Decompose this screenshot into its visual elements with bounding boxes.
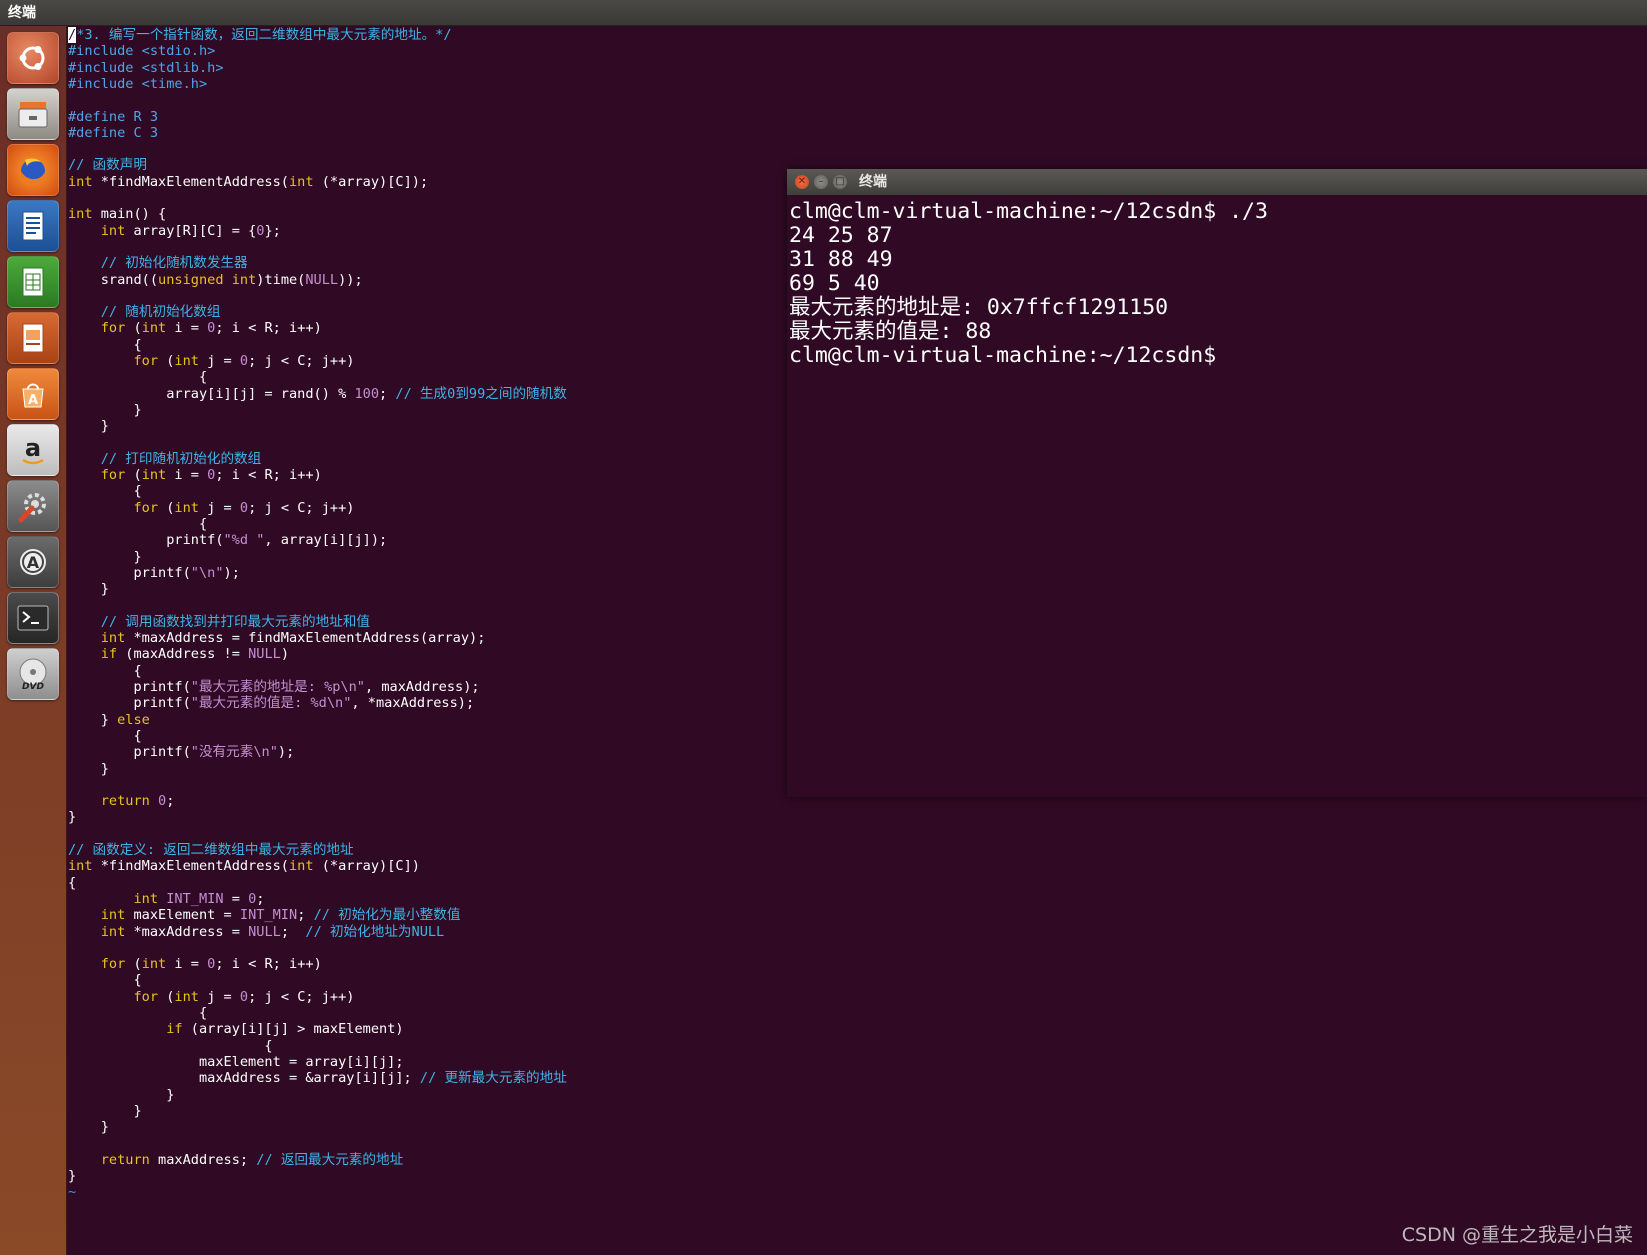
code-line: }	[68, 1086, 175, 1103]
code-line: printf("%d ", array[i][j]);	[68, 532, 388, 549]
code-line: int *maxAddress = findMaxElementAddress(…	[100, 630, 486, 647]
minimize-icon[interactable]: –	[814, 175, 828, 189]
code-line: }	[68, 809, 77, 826]
terminal-line: 24 25 87	[789, 223, 893, 248]
terminal-line: 最大元素的地址是: 0x7ffcf1291150	[789, 295, 1169, 320]
code-line: {	[68, 727, 142, 744]
code-line: // 函数声明	[68, 157, 147, 174]
svg-text:A: A	[28, 393, 38, 408]
code-line: return maxAddress; // 返回最大元素的地址	[100, 1151, 404, 1168]
writer-icon[interactable]	[7, 200, 59, 252]
terminal-prompt: clm@clm-virtual-machine:~/12csdn$	[789, 343, 1230, 368]
code-line: srand((unsigned int)time(NULL));	[68, 271, 363, 288]
code-line: {	[68, 972, 142, 989]
code-line: int maxElement = INT_MIN; // 初始化为最小整数值	[100, 907, 461, 924]
code-line: {	[68, 662, 142, 679]
code-line: for (int j = 0; j < C; j++)	[133, 988, 355, 1005]
code-line: // 函数定义: 返回二维数组中最大元素的地址	[68, 842, 354, 858]
code-line: for (int i = 0; i < R; i++)	[100, 956, 322, 973]
code-line: int array[R][C] = {0};	[100, 222, 281, 239]
maximize-icon[interactable]: □	[833, 175, 847, 189]
code-line: #include <time.h>	[68, 75, 208, 92]
system-settings-icon[interactable]	[7, 480, 59, 532]
code-line: for (int j = 0; j < C; j++)	[133, 353, 355, 369]
watermark: CSDN @重生之我是小白菜	[1401, 1224, 1633, 1246]
code-line: if (maxAddress != NULL)	[100, 646, 290, 663]
code-line: printf("最大元素的地址是: %p\n", maxAddress);	[68, 679, 480, 695]
code-line: int *maxAddress = NULL; // 初始化地址为NULL	[100, 923, 445, 940]
svg-text:A: A	[27, 553, 40, 572]
code-line: ~	[68, 1184, 77, 1201]
code-line: // 随机初始化数组	[100, 304, 221, 321]
code-line: array[i][j] = rand() % 100; // 生成0到99之间的…	[68, 385, 567, 402]
ubuntu-dash-icon[interactable]	[7, 32, 59, 84]
code-line: /*3. 编写一个指针函数，返回二维数组中最大元素的地址。*/	[68, 27, 452, 43]
terminal-output[interactable]: clm@clm-virtual-machine:~/12csdn$ ./3 24…	[787, 195, 1647, 797]
code-line: }	[68, 1119, 109, 1136]
code-line: #include <stdio.h>	[68, 43, 216, 60]
code-line: {	[68, 483, 142, 500]
code-line: }	[68, 548, 142, 565]
code-line: }	[68, 401, 142, 418]
code-line: // 打印随机初始化的数组	[100, 450, 262, 467]
code-line: }	[68, 760, 109, 777]
code-line: printf("\n");	[68, 564, 240, 581]
code-line: int *findMaxElementAddress(int (*array)[…	[68, 858, 420, 875]
code-line: }	[68, 1168, 77, 1184]
terminal-line: 69 5 40	[789, 271, 880, 296]
svg-text:DVD: DVD	[22, 682, 44, 692]
code-line: return 0;	[100, 793, 175, 810]
software-updater-icon[interactable]: A	[7, 536, 59, 588]
code-line: for (int i = 0; i < R; i++)	[100, 467, 322, 484]
impress-icon[interactable]	[7, 312, 59, 364]
files-icon[interactable]	[7, 88, 59, 140]
code-line: #include <stdlib.h>	[68, 59, 224, 76]
top-panel: 终端	[0, 0, 1647, 26]
code-editor[interactable]: /*3. 编写一个指针函数，返回二维数组中最大元素的地址。*/#include …	[66, 26, 786, 1255]
code-line: // 调用函数找到并打印最大元素的地址和值	[100, 613, 370, 630]
code-line: int INT_MIN = 0;	[133, 890, 265, 907]
code-line: {	[68, 369, 208, 386]
code-line: for (int i = 0; i < R; i++)	[100, 320, 322, 337]
terminal-line: 31 88 49	[789, 247, 893, 272]
code-line: }	[68, 581, 109, 598]
code-line: }	[68, 418, 109, 435]
code-line: printf("最大元素的值是: %d\n", *maxAddress);	[68, 695, 475, 712]
firefox-icon[interactable]	[7, 144, 59, 196]
calc-icon[interactable]	[7, 256, 59, 308]
dvd-icon[interactable]: DVD	[7, 648, 59, 700]
terminal-icon[interactable]	[7, 592, 59, 644]
code-line: printf("没有元素\n");	[68, 744, 295, 761]
code-line: if (array[i][j] > maxElement)	[166, 1021, 404, 1038]
code-line: maxElement = array[i][j];	[68, 1053, 404, 1070]
terminal-line: clm@clm-virtual-machine:~/12csdn$ ./3	[789, 199, 1268, 224]
svg-text:a: a	[25, 434, 41, 462]
code-line: int main() {	[68, 206, 167, 223]
terminal-titlebar[interactable]: ✕ – □ 终端	[787, 169, 1647, 195]
code-line: int *findMaxElementAddress(int (*array)[…	[68, 173, 429, 190]
code-line: // 初始化随机数发生器	[100, 255, 248, 272]
top-panel-title: 终端	[8, 5, 36, 21]
close-icon[interactable]: ✕	[795, 175, 809, 189]
terminal-line: 最大元素的值是: 88	[789, 319, 992, 344]
code-line: {	[68, 516, 208, 532]
code-line: } else	[68, 711, 150, 728]
amazon-icon[interactable]: a	[7, 424, 59, 476]
code-line: {	[68, 874, 77, 891]
code-line: {	[68, 336, 142, 353]
code-line: {	[68, 1005, 208, 1021]
software-center-icon[interactable]: A	[7, 368, 59, 420]
code-line: maxAddress = &array[i][j]; // 更新最大元素的地址	[68, 1070, 567, 1087]
code-line: #define R 3	[68, 108, 159, 125]
launcher: A a A DVD	[0, 26, 67, 1255]
code-line: {	[68, 1037, 273, 1054]
terminal-title: 终端	[859, 174, 887, 190]
code-line: for (int j = 0; j < C; j++)	[133, 499, 355, 516]
code-line: #define C 3	[68, 124, 159, 141]
code-line: }	[68, 1102, 142, 1119]
terminal-window[interactable]: ✕ – □ 终端 clm@clm-virtual-machine:~/12csd…	[787, 169, 1647, 797]
